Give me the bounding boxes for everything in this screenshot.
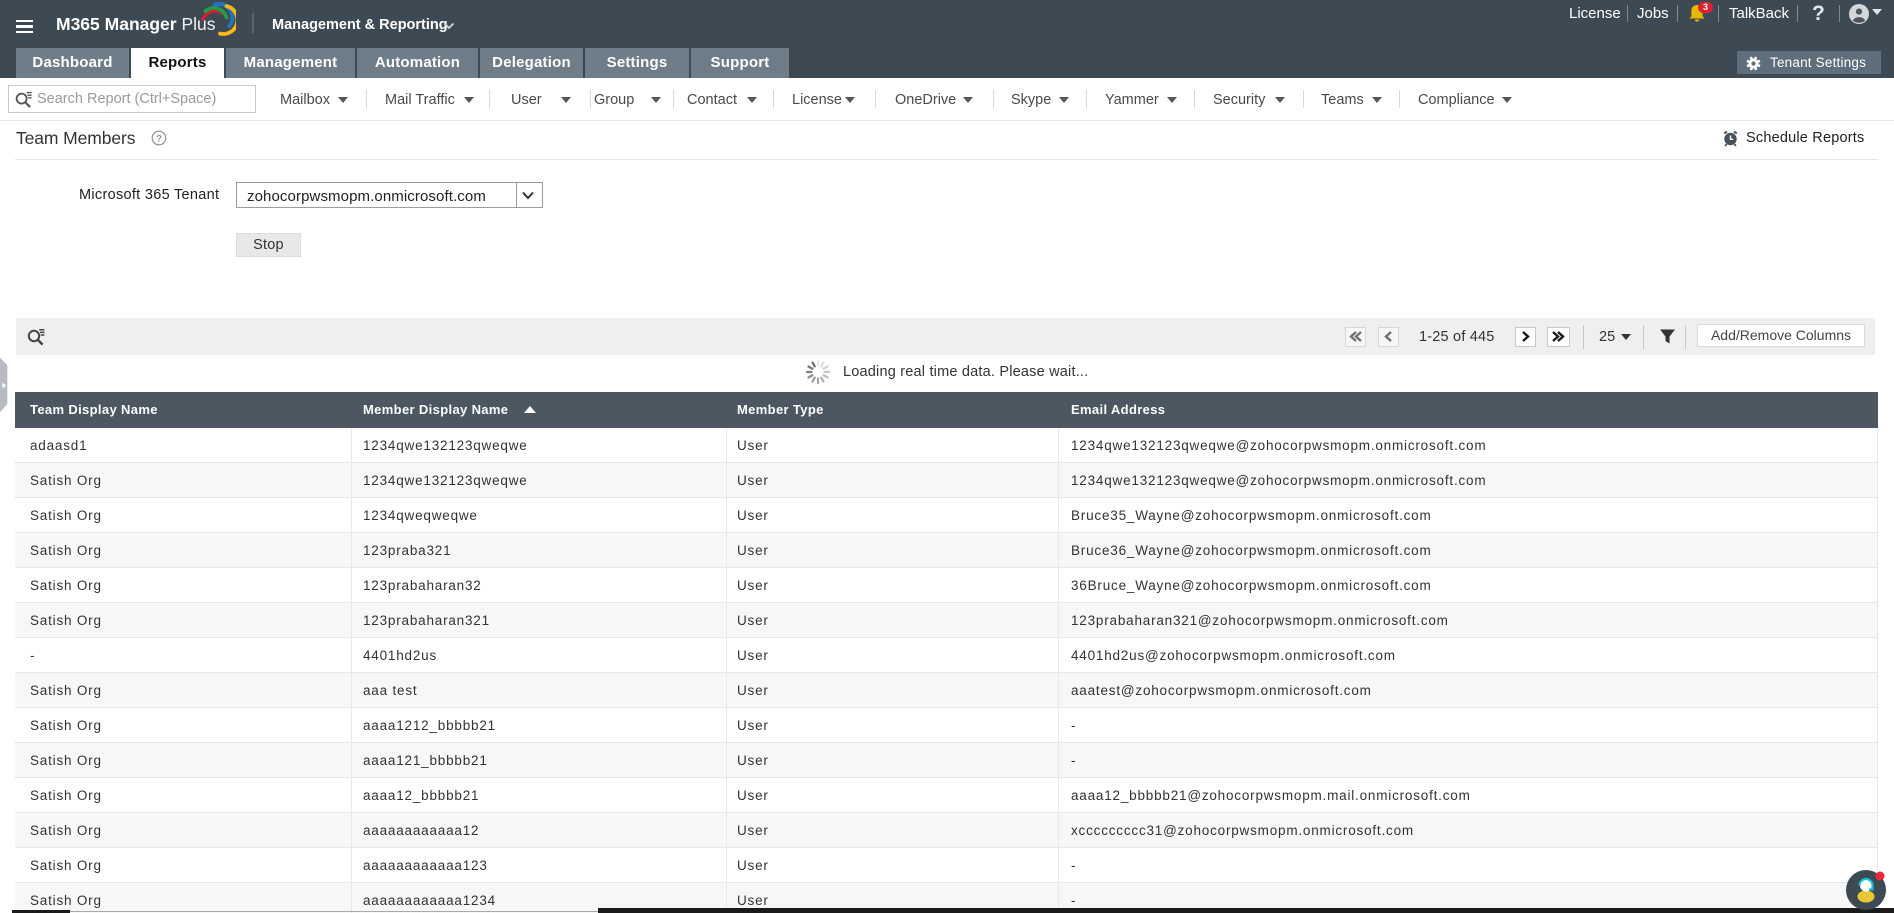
svg-text:?: ? <box>156 133 162 144</box>
